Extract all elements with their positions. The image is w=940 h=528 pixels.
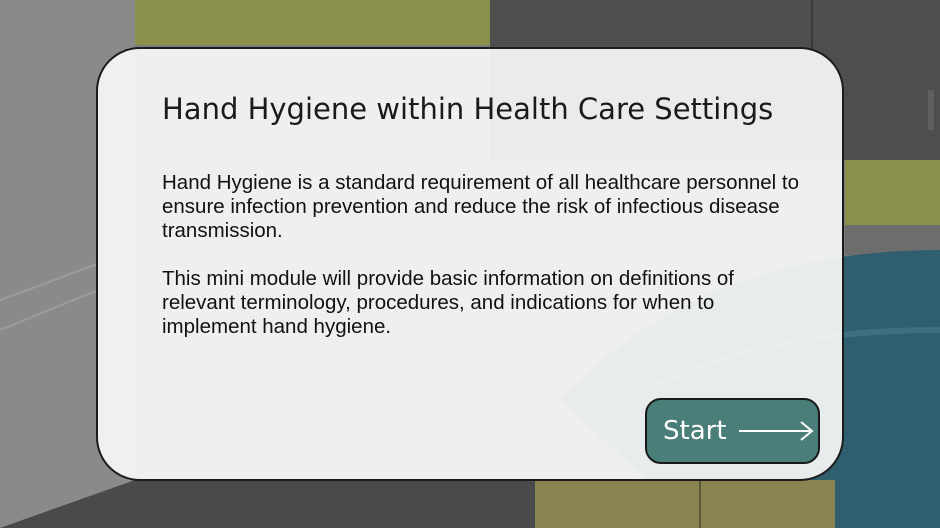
start-button-label: Start — [663, 416, 727, 446]
page-title: Hand Hygiene within Health Care Settings — [162, 92, 774, 126]
green-backsplash — [845, 160, 940, 225]
intro-paragraph-2: This mini module will provide basic info… — [162, 267, 734, 338]
arrow-right-icon — [738, 421, 814, 441]
green-wall-panel — [135, 0, 490, 45]
hand-hygiene-intro-screen: Hand Hygiene within Health Care Settings… — [0, 0, 940, 528]
intro-card: Hand Hygiene within Health Care Settings… — [96, 47, 844, 481]
cabinet-handle — [928, 90, 934, 130]
intro-paragraph-1: Hand Hygiene is a standard requirement o… — [162, 171, 800, 242]
start-button[interactable]: Start — [645, 398, 820, 464]
lower-cabinet — [535, 480, 835, 528]
